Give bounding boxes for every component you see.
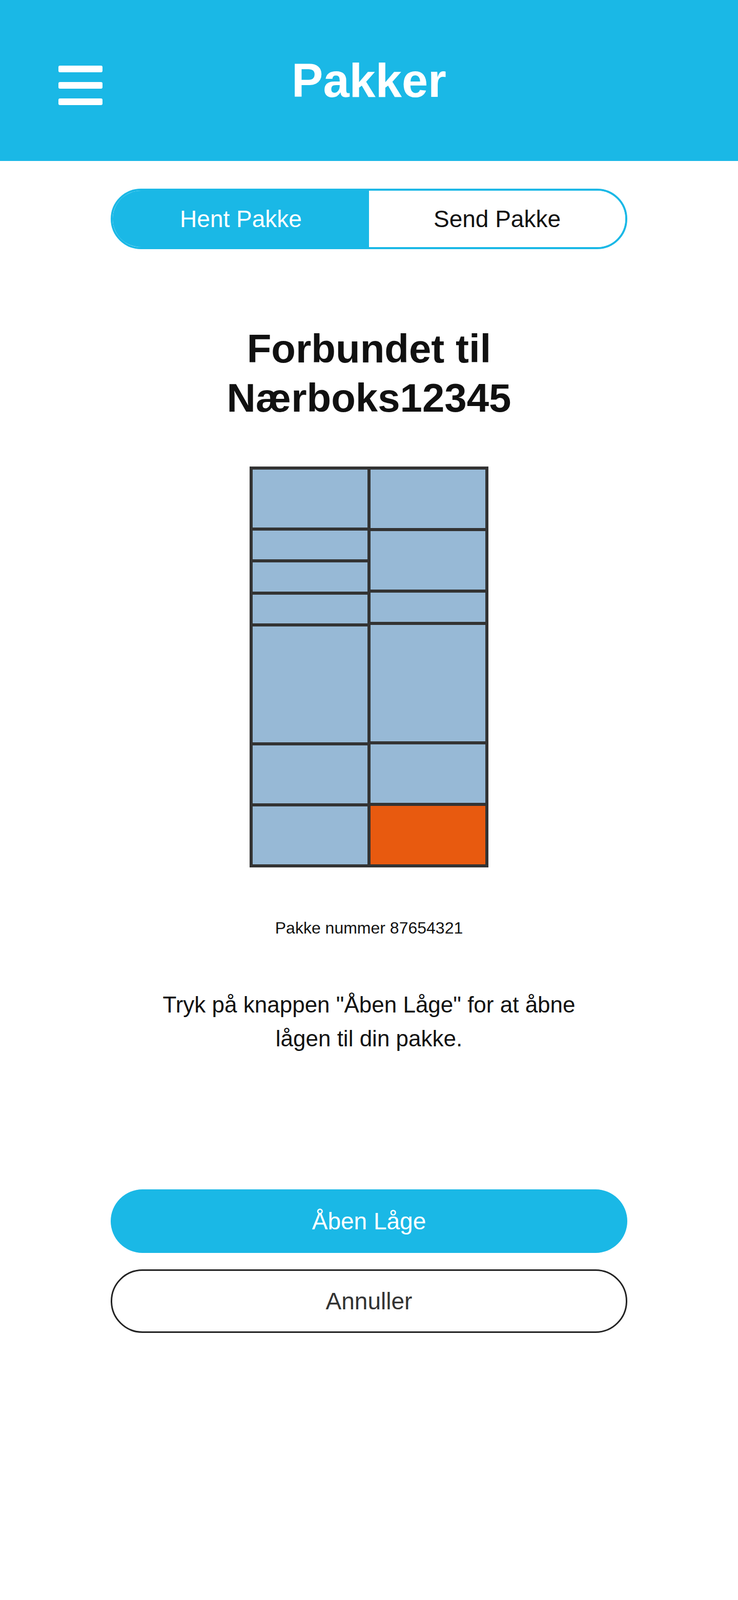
locker-compartment xyxy=(252,594,368,624)
locker-compartment xyxy=(370,530,486,590)
package-number: Pakke nummer 87654321 xyxy=(275,917,463,938)
locker-compartment xyxy=(252,745,368,804)
locker-compartment xyxy=(252,806,368,865)
button-group: Åben Låge Annuller xyxy=(110,1189,628,1333)
tab-switch: Hent Pakke Send Pakke xyxy=(110,188,628,250)
tab[interactable]: Hent Pakke xyxy=(112,190,369,248)
locker-compartment xyxy=(370,469,486,528)
locker-compartment xyxy=(252,469,368,528)
locker-column xyxy=(370,469,486,865)
locker-compartment xyxy=(370,744,486,803)
instruction-line: lågen til din pakke. xyxy=(275,1021,463,1056)
instruction-text: Tryk på knappen "Åben Låge" for at åbnel… xyxy=(162,987,576,1056)
button-label: Annuller xyxy=(325,1283,413,1319)
locker-compartment xyxy=(370,805,486,865)
menu-button[interactable] xyxy=(58,63,103,107)
heading-line: Forbundet til xyxy=(247,323,492,374)
tab-label: Send Pakke xyxy=(433,201,561,237)
cancel-button[interactable]: Annuller xyxy=(110,1268,628,1333)
open-door-button[interactable]: Åben Låge xyxy=(110,1189,628,1253)
tab[interactable]: Send Pakke xyxy=(369,190,626,248)
locker-diagram xyxy=(249,466,489,868)
tab-label: Hent Pakke xyxy=(179,201,302,237)
connection-heading: Forbundet tilNærboks12345 xyxy=(227,323,512,423)
app-header: Pakker xyxy=(0,0,738,161)
button-label: Åben Låge xyxy=(312,1203,427,1239)
hamburger-icon xyxy=(58,63,103,107)
instruction-line: Tryk på knappen "Åben Låge" for at åbne xyxy=(162,987,576,1022)
page-title: Pakker xyxy=(291,56,447,105)
locker-compartment xyxy=(370,592,486,622)
locker-compartment xyxy=(252,562,368,591)
locker-compartment xyxy=(252,626,368,743)
locker-column xyxy=(252,469,368,865)
locker-compartment xyxy=(252,530,368,560)
heading-line: Nærboks12345 xyxy=(227,373,512,423)
locker-compartment xyxy=(370,624,486,742)
